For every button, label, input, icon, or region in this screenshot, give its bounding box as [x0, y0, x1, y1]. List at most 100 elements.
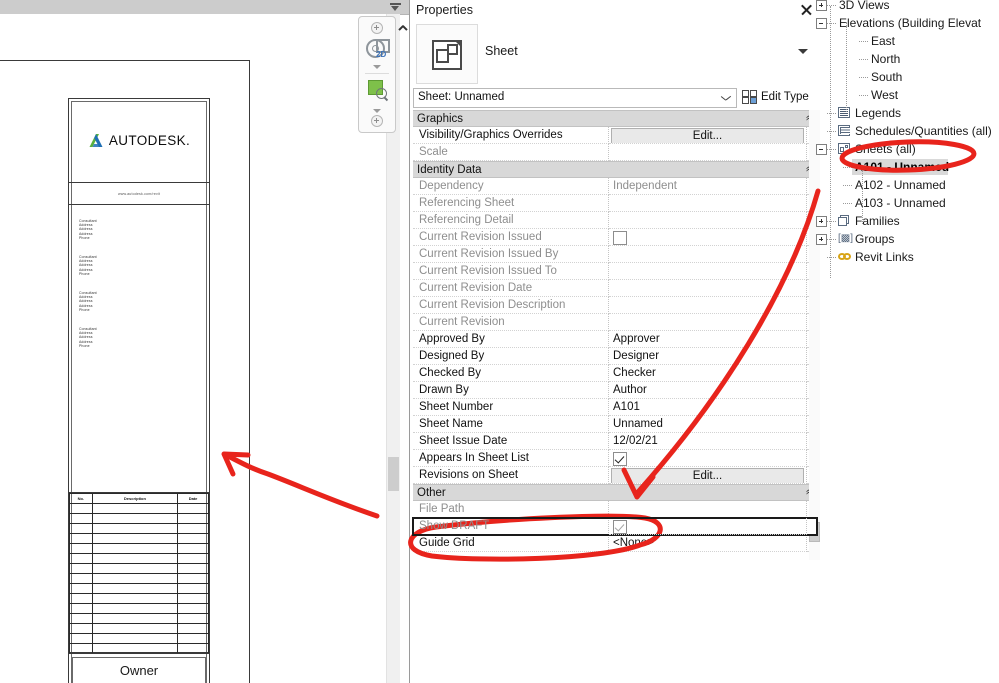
revision-cell	[177, 603, 209, 614]
consultant-block: Consultant Address Address Address Phone	[79, 219, 209, 240]
property-value[interactable]	[609, 195, 807, 212]
tree-node[interactable]: Families	[816, 212, 999, 230]
property-value[interactable]	[609, 314, 807, 331]
chevron-down-icon[interactable]	[373, 65, 381, 69]
expand-icon[interactable]	[816, 234, 827, 245]
property-value[interactable]: Designer	[609, 348, 807, 365]
property-row[interactable]: Visibility/Graphics Overrides Edit...	[413, 127, 817, 144]
edit-button[interactable]: Edit...	[611, 468, 804, 483]
collapse-icon[interactable]	[816, 144, 827, 155]
property-section-identity-data[interactable]: Identity Data«	[413, 161, 817, 178]
minimize-circle-icon[interactable]	[371, 115, 383, 127]
property-row[interactable]: Current Revision Date	[413, 280, 817, 297]
property-value[interactable]	[609, 229, 807, 246]
property-value[interactable]: Edit...	[609, 127, 807, 144]
tree-node-label: Groups	[855, 232, 895, 246]
steering-wheel-2d-icon[interactable]: 2D	[364, 38, 390, 62]
property-value[interactable]	[609, 263, 807, 280]
property-value[interactable]: Unnamed	[609, 416, 807, 433]
property-grid[interactable]: Graphics«Visibility/Graphics OverridesEd…	[412, 110, 820, 560]
panel-collapse-chevron-icon[interactable]	[397, 22, 409, 34]
property-value[interactable]: <None>	[609, 535, 807, 552]
collapse-icon[interactable]	[816, 18, 827, 29]
property-value[interactable]	[609, 212, 807, 229]
property-value[interactable]	[609, 450, 807, 467]
property-value[interactable]	[609, 280, 807, 297]
edit-type-button[interactable]: Edit Type	[742, 88, 809, 106]
property-value[interactable]: 12/02/21	[609, 433, 807, 450]
type-preview-area[interactable]: Sheet	[413, 22, 817, 84]
property-row[interactable]: Appears In Sheet List	[413, 450, 817, 467]
property-row[interactable]: Current Revision Issued By	[413, 246, 817, 263]
property-row[interactable]: Scale	[413, 144, 817, 161]
property-value[interactable]: Author	[609, 382, 807, 399]
property-row[interactable]: Current Revision Issued To	[413, 263, 817, 280]
drawing-canvas[interactable]: AUTODESK. www.autodesk.com/revit Consult…	[0, 14, 386, 683]
property-grid-scrollbar[interactable]	[809, 110, 820, 560]
property-value[interactable]	[609, 297, 807, 314]
caret-down-icon[interactable]	[798, 49, 808, 54]
tree-node-selected[interactable]: A101 - Unnamed	[820, 158, 999, 176]
revision-cell	[69, 583, 93, 594]
tree-node[interactable]: Schedules/Quantities (all)	[820, 122, 999, 140]
edit-button[interactable]: Edit...	[611, 128, 804, 143]
property-value[interactable]: A101	[609, 399, 807, 416]
tree-node-label: Sheets (all)	[855, 142, 916, 156]
property-row[interactable]: Checked By Checker	[413, 365, 817, 382]
close-icon[interactable]	[799, 3, 813, 17]
properties-panel-title: Properties	[416, 3, 473, 17]
property-row[interactable]: Show DRAFT	[412, 517, 818, 536]
tree-node-label: North	[871, 52, 901, 66]
property-row[interactable]: Sheet Issue Date 12/02/21	[413, 433, 817, 450]
property-row[interactable]: Current Revision	[413, 314, 817, 331]
zoom-tool-icon[interactable]	[368, 80, 390, 102]
close-circle-icon[interactable]	[371, 22, 383, 34]
tree-node[interactable]: 3D Views	[816, 0, 999, 14]
property-value[interactable]	[609, 518, 807, 535]
expand-icon[interactable]	[816, 216, 827, 227]
property-row[interactable]: Designed By Designer	[413, 348, 817, 365]
revision-cell	[177, 523, 209, 534]
canvas-scroll-thumb[interactable]	[388, 457, 399, 491]
property-value[interactable]: Independent	[609, 178, 807, 195]
properties-panel-header: Properties	[410, 0, 820, 22]
property-row[interactable]: Referencing Sheet	[413, 195, 817, 212]
property-value[interactable]: Approver	[609, 331, 807, 348]
property-value[interactable]: Edit...	[609, 467, 807, 484]
property-value[interactable]	[609, 246, 807, 263]
project-browser[interactable]: 3D Views Elevations (Building Elevat East N…	[816, 0, 999, 683]
property-row[interactable]: Sheet Name Unnamed	[413, 416, 817, 433]
chevron-down-icon[interactable]	[373, 109, 381, 113]
tree-node[interactable]: A103 - Unnamed	[820, 194, 999, 212]
property-section-graphics[interactable]: Graphics«	[413, 110, 817, 127]
tree-node[interactable]: Revit Links	[820, 248, 999, 266]
property-row[interactable]: File Path	[413, 501, 817, 518]
tree-node[interactable]: [▩] Groups	[816, 230, 999, 248]
property-row[interactable]: Revisions on Sheet Edit...	[413, 467, 817, 484]
chevron-down-icon[interactable]	[721, 96, 730, 101]
expand-icon[interactable]	[816, 0, 827, 11]
tree-node[interactable]: A102 - Unnamed	[820, 176, 999, 194]
titleblock[interactable]: AUTODESK. www.autodesk.com/revit Consult…	[68, 98, 210, 683]
property-row[interactable]: Referencing Detail	[413, 212, 817, 229]
tree-node-label: Revit Links	[855, 250, 914, 264]
property-row[interactable]: Sheet Number A101	[413, 399, 817, 416]
checkbox[interactable]	[613, 520, 627, 534]
property-row[interactable]: Drawn By Author	[413, 382, 817, 399]
property-row[interactable]: Current Revision Description	[413, 297, 817, 314]
property-row[interactable]: Current Revision Issued	[413, 229, 817, 246]
property-row[interactable]: Dependency Independent	[413, 178, 817, 195]
dropdown-arrow-icon[interactable]	[390, 2, 402, 12]
property-row[interactable]: Guide Grid <None>	[413, 535, 817, 552]
navbar-divider	[365, 73, 389, 74]
tree-node[interactable]: Sheets (all)	[816, 140, 999, 158]
checkbox[interactable]	[613, 452, 627, 466]
property-value[interactable]: Checker	[609, 365, 807, 382]
property-section-other[interactable]: Other«	[413, 484, 817, 501]
navigation-bar[interactable]: 2D	[358, 16, 396, 133]
property-value[interactable]	[609, 144, 807, 161]
instance-selector-combo[interactable]: Sheet: Unnamed	[413, 88, 737, 108]
property-row[interactable]: Approved By Approver	[413, 331, 817, 348]
property-value[interactable]	[609, 501, 807, 518]
checkbox[interactable]	[613, 231, 627, 245]
